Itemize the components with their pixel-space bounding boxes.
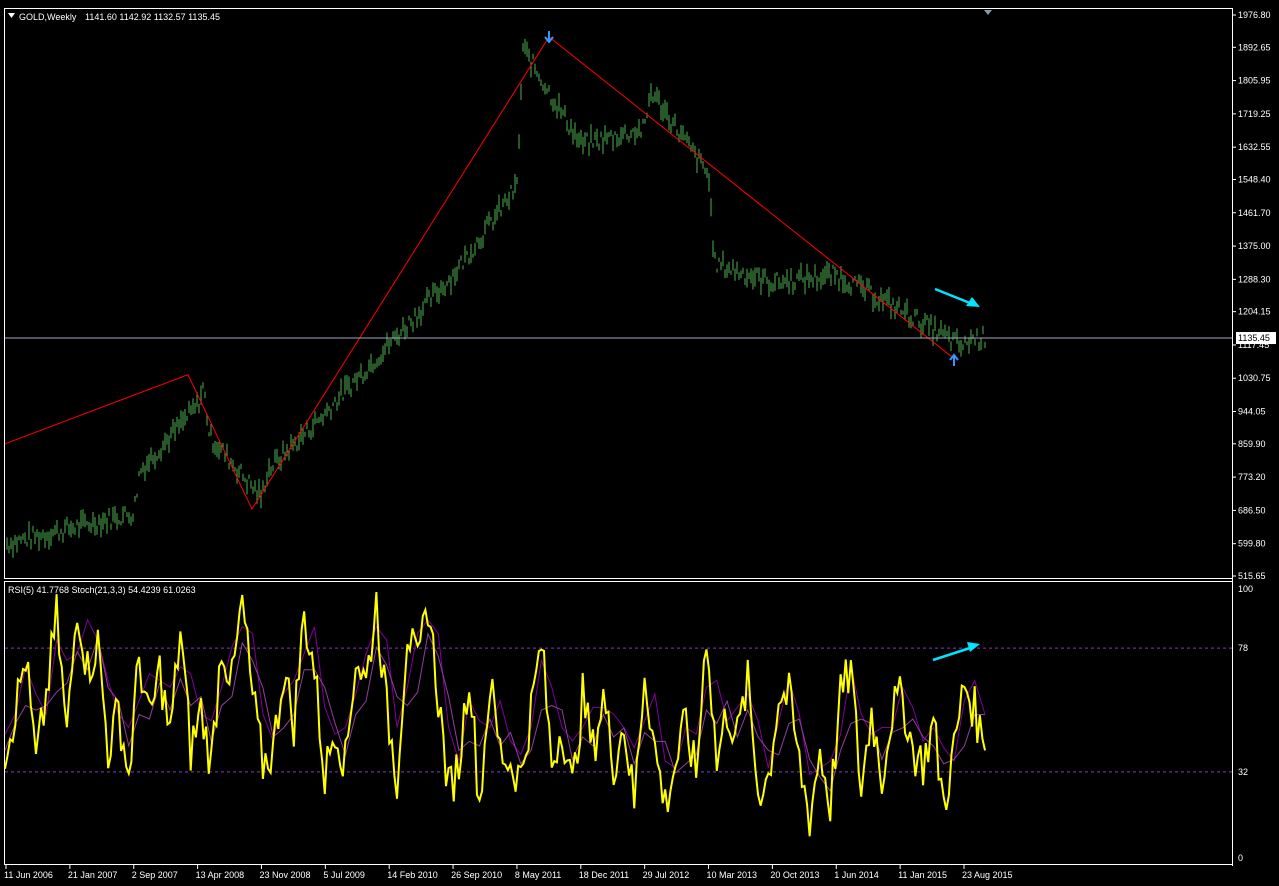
- indicator-tick-label: 100: [1238, 584, 1253, 594]
- price-tick-label: 944.05: [1238, 407, 1266, 417]
- price-tick-label: 599.80: [1238, 539, 1266, 549]
- price-trend-arrow-icon: [934, 287, 971, 305]
- annotation-arrows: [544, 31, 980, 662]
- rsi-trend-arrowhead-icon: [967, 642, 980, 652]
- x-tick-label: 23 Aug 2015: [962, 870, 1013, 880]
- x-tick-label: 23 Nov 2008: [259, 870, 310, 880]
- price-tick-label: 1892.65: [1238, 42, 1271, 52]
- x-tick-label: 11 Jan 2015: [898, 870, 947, 880]
- zigzag-polyline: [4, 36, 956, 511]
- time-x-axis: 11 Jun 2006 21 Jan 2007 2 Sep 2007 13 Apr 2…: [4, 865, 1013, 880]
- price-tick-label: 1976.80: [1238, 10, 1271, 20]
- x-tick-label: 18 Dec 2011: [579, 870, 629, 880]
- indicator-header: RSI(5) 41.7768 Stoch(21,3,3) 54.4239 61.…: [8, 585, 196, 595]
- x-tick-label: 8 May 2011: [515, 870, 561, 880]
- price-tick-label: 515.65: [1238, 571, 1266, 581]
- x-tick-label: 14 Feb 2010: [387, 870, 438, 880]
- price-tick-label: 1805.95: [1238, 76, 1271, 86]
- zigzag-line: [4, 36, 956, 511]
- x-tick-label: 1 Jun 2014: [834, 870, 879, 880]
- x-tick-label: 10 Mar 2013: [707, 870, 758, 880]
- x-tick-label: 26 Sep 2010: [451, 870, 502, 880]
- price-tick-label: 1375.00: [1238, 241, 1271, 251]
- indicator-tick-label: 78: [1238, 643, 1248, 653]
- x-tick-label: 5 Jul 2009: [323, 870, 365, 880]
- rsi-polyline: [4, 591, 986, 837]
- price-tick-label: 1204.15: [1238, 307, 1271, 317]
- price-tick-label: 1548.40: [1238, 174, 1271, 184]
- price-tick-label: 1719.25: [1238, 109, 1271, 119]
- current-price-line: 1135.45: [5, 332, 1276, 345]
- ohlc-readout: 1141.60 1142.92 1132.57 1135.45: [85, 12, 220, 22]
- indicator-tick-label: 32: [1238, 767, 1248, 777]
- current-price-label: 1135.45: [1238, 333, 1270, 343]
- indicator-tick-label: 0: [1238, 853, 1243, 863]
- price-y-axis: 1976.80 1892.65 1805.95 1719.25 1632.55 1548.…: [1232, 10, 1271, 581]
- chart-menu-triangle-icon[interactable]: [8, 13, 15, 18]
- rsi-line: [4, 591, 986, 837]
- x-tick-label: 20 Oct 2013: [770, 870, 819, 880]
- scroll-marker-triangle-icon[interactable]: [984, 10, 992, 15]
- x-tick-label: 13 Apr 2008: [196, 870, 245, 880]
- price-tick-label: 686.50: [1238, 505, 1266, 515]
- chart-title: GOLD,Weekly: [19, 12, 77, 22]
- indicator-y-axis: 100 78 32 0: [5, 584, 1253, 863]
- trading-chart[interactable]: GOLD,Weekly 1141.60 1142.92 1132.57 1135…: [0, 0, 1279, 886]
- price-tick-label: 1461.70: [1238, 208, 1271, 218]
- price-bars: [6, 38, 986, 558]
- price-tick-label: 1288.30: [1238, 274, 1271, 284]
- price-tick-label: 1030.75: [1238, 373, 1271, 383]
- price-tick-label: 1632.55: [1238, 142, 1271, 152]
- price-tick-label: 773.20: [1238, 472, 1266, 482]
- price-tick-label: 859.90: [1238, 439, 1266, 449]
- x-tick-label: 21 Jan 2007: [68, 870, 118, 880]
- x-tick-label: 29 Jul 2012: [643, 870, 690, 880]
- x-tick-label: 11 Jun 2006: [4, 870, 53, 880]
- price-pane-frame: [4, 8, 1233, 579]
- x-tick-label: 2 Sep 2007: [132, 870, 178, 880]
- rsi-trend-arrow-icon: [932, 646, 971, 662]
